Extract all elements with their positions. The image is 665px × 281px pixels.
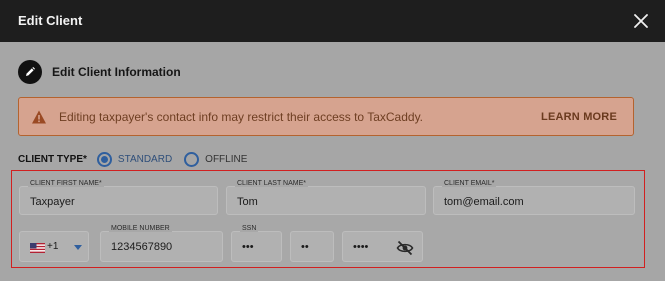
ssn-label: SSN — [240, 225, 259, 232]
country-code-dropdown[interactable]: +1 — [19, 231, 89, 262]
first-name-value: Taxpayer — [30, 196, 75, 208]
dialog-title: Edit Client — [18, 13, 83, 28]
last-name-field[interactable]: CLIENT LAST NAME* Tom — [226, 180, 426, 215]
warning-icon — [32, 110, 46, 124]
us-flag-icon — [30, 243, 45, 253]
radio-standard-label[interactable]: STANDARD — [118, 154, 172, 165]
ssn-part2-field[interactable]: •• — [290, 231, 334, 262]
chevron-down-icon — [74, 245, 82, 250]
ssn-part1-field[interactable]: SSN ••• — [231, 225, 282, 262]
warning-message: Editing taxpayer's contact info may rest… — [59, 110, 424, 124]
learn-more-link[interactable]: LEARN MORE — [541, 111, 617, 123]
radio-selected-dot — [100, 155, 108, 163]
email-value: tom@email.com — [444, 196, 524, 208]
eye-off-icon[interactable] — [396, 240, 414, 256]
pencil-icon — [18, 60, 42, 84]
email-field[interactable]: CLIENT EMAIL* tom@email.com — [433, 180, 635, 215]
client-type-label: CLIENT TYPE* — [18, 153, 87, 165]
radio-offline[interactable] — [184, 151, 200, 167]
client-type-selector: CLIENT TYPE* STANDARD OFFLINE — [18, 150, 259, 168]
ssn-part3-field[interactable]: •••• — [342, 231, 423, 262]
last-name-value: Tom — [237, 196, 258, 208]
first-name-label: CLIENT FIRST NAME* — [28, 180, 104, 187]
close-icon[interactable] — [632, 12, 650, 30]
radio-standard[interactable] — [96, 151, 112, 167]
country-code-value: +1 — [47, 241, 59, 252]
ssn-part3-value: •••• — [353, 241, 369, 253]
radio-offline-label[interactable]: OFFLINE — [205, 154, 247, 165]
mobile-number-field[interactable]: MOBILE NUMBER 1234567890 — [100, 225, 223, 262]
mobile-number-value: 1234567890 — [111, 241, 173, 253]
warning-banner: Editing taxpayer's contact info may rest… — [18, 97, 634, 136]
ssn-part2-value: •• — [301, 241, 309, 253]
ssn-part1-value: ••• — [242, 241, 254, 253]
mobile-number-label: MOBILE NUMBER — [109, 225, 172, 232]
email-label: CLIENT EMAIL* — [442, 180, 497, 187]
dialog-header: Edit Client — [0, 0, 665, 42]
first-name-field[interactable]: CLIENT FIRST NAME* Taxpayer — [19, 180, 218, 215]
last-name-label: CLIENT LAST NAME* — [235, 180, 308, 187]
section-title: Edit Client Information — [52, 65, 181, 79]
client-details-form: CLIENT FIRST NAME* Taxpayer CLIENT LAST … — [11, 170, 645, 268]
section-header: Edit Client Information — [18, 60, 181, 84]
